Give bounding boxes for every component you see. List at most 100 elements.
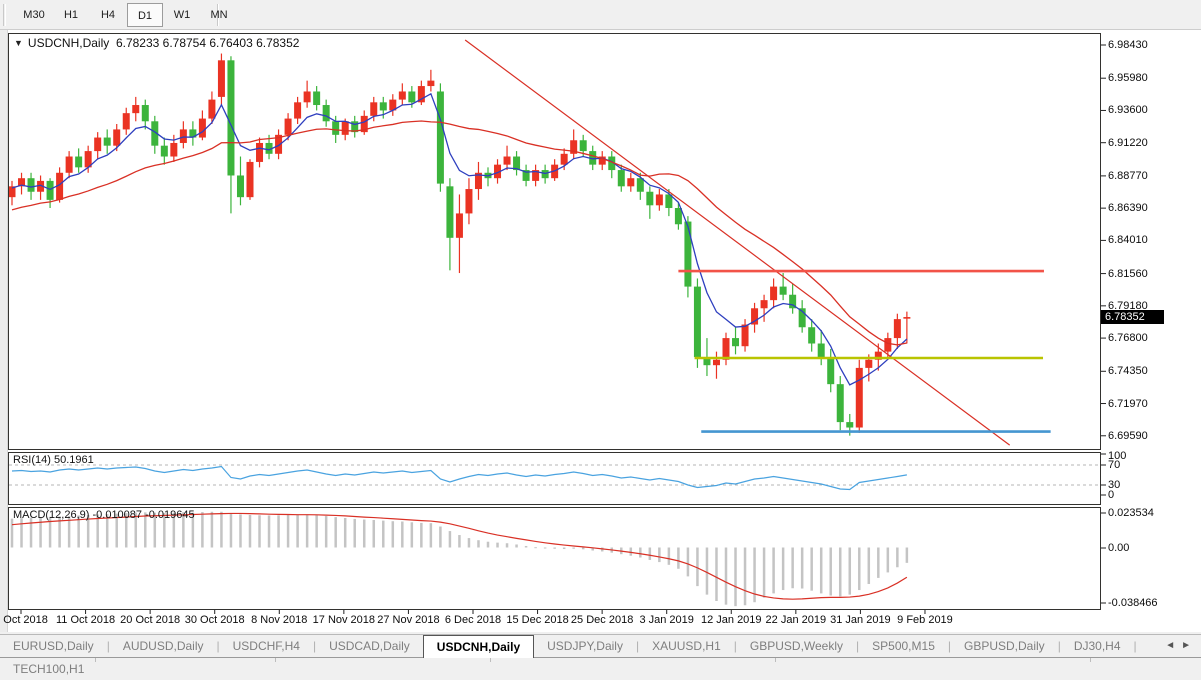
date-axis-label: 6 Dec 2018 [444, 614, 502, 626]
macd-hist-bar [658, 547, 661, 563]
macd-hist-bar [677, 547, 680, 569]
macd-hist-bar [353, 518, 356, 548]
macd-hist-bar [420, 522, 423, 548]
date-axis-label: 20 Oct 2018 [120, 614, 181, 626]
macd-hist-bar [724, 547, 728, 605]
macd-hist-bar [477, 540, 480, 548]
macd-hist-bar [448, 531, 452, 548]
macd-hist-bar [800, 547, 804, 589]
date-axis-label: 9 Feb 2019 [897, 614, 953, 626]
macd-hist-bar [324, 516, 328, 548]
tab-usdchf-h4[interactable]: USDCHF,H4 [220, 635, 313, 657]
macd-hist-bar [486, 541, 490, 548]
macd-hist-bar [391, 521, 395, 548]
macd-hist-bar [829, 547, 832, 596]
tab-audusd-daily[interactable]: AUDUSD,Daily [110, 635, 217, 657]
macd-hist-bar [277, 515, 280, 548]
statusbar-divider [490, 658, 491, 662]
collapse-triangle-icon[interactable]: ▼ [14, 38, 23, 48]
macd-hist-bar [467, 538, 471, 548]
macd-plot[interactable] [10, 511, 909, 607]
price-axis-label: 6.86390 [1108, 202, 1148, 215]
macd-hist-bar [515, 544, 518, 548]
macd-hist-bar [743, 547, 747, 606]
rsi-line [11, 465, 907, 491]
macd-hist-bar [534, 547, 537, 549]
tab-usdjpy-daily[interactable]: USDJPY,Daily [534, 635, 636, 657]
date-axis-label: 27 Nov 2018 [377, 614, 440, 626]
macd-hist-bar [791, 547, 794, 589]
macd-hist-bar [401, 521, 404, 548]
date-axis-label: 2 Oct 2018 [0, 614, 48, 626]
macd-hist-bar [838, 547, 842, 597]
price-axis-label: 6.79180 [1108, 299, 1148, 312]
macd-hist-bar [334, 517, 337, 548]
price-axis-label: 6.84010 [1108, 234, 1148, 247]
tab-scroll-left-icon[interactable]: ◄ [1165, 640, 1181, 651]
macd-hist-bar [305, 514, 309, 548]
tab-sp500-m15[interactable]: SP500,M15 [859, 635, 948, 657]
rsi-plot[interactable] [9, 464, 1099, 491]
candlestick-plot[interactable] [9, 39, 1051, 446]
chart-title: ▼ USDCNH,Daily 6.78233 6.78754 6.76403 6.… [14, 36, 299, 50]
statusbar-divider [775, 658, 776, 662]
macd-axis-label: -0.038466 [1108, 597, 1158, 609]
tab-eurusd-daily[interactable]: EURUSD,Daily [0, 635, 107, 657]
tab-usdcad-daily[interactable]: USDCAD,Daily [316, 635, 423, 657]
macd-hist-bar [10, 518, 14, 548]
date-axis-label: 25 Dec 2018 [570, 614, 634, 626]
rsi-axis-label: 0 [1108, 489, 1115, 501]
rsi-axis-label: 70 [1108, 459, 1121, 471]
macd-hist-bar [362, 519, 366, 548]
current-price-tag: 6.78352 [1101, 310, 1164, 325]
macd-hist-bar [496, 542, 499, 548]
macd-hist-bar [696, 547, 699, 587]
macd-hist-bar [819, 547, 823, 594]
macd-hist-bar [29, 517, 33, 548]
terminal-window: M30 H1 H4 D1 W1 MN ▼ USDCNH,Daily 6.78233 6.78… [0, 0, 1201, 676]
macd-axis-label: 0.023534 [1108, 507, 1154, 519]
macd-hist-bar [734, 547, 737, 607]
macd-hist-bar [258, 515, 261, 548]
rsi-indicator-label: RSI(14) 50.1961 [13, 454, 94, 466]
macd-hist-bar [343, 518, 347, 548]
macd-hist-bar [715, 547, 718, 602]
tab-usdcnh-daily[interactable]: USDCNH,Daily [422, 635, 535, 658]
macd-hist-bar [220, 511, 223, 548]
date-axis-label: 3 Jan 2019 [639, 614, 694, 626]
statusbar-divider [95, 658, 96, 662]
tab-scroll-right-icon[interactable]: ► [1181, 640, 1197, 651]
date-axis-label: 12 Jan 2019 [700, 614, 762, 626]
macd-hist-bar [201, 512, 204, 548]
chart-title-symbol: USDCNH,Daily [27, 36, 110, 50]
macd-hist-bar [762, 547, 766, 598]
statusbar-divider [275, 658, 276, 662]
macd-hist-bar [382, 520, 385, 548]
tab-dj30-h4[interactable]: DJ30,H4 [1061, 635, 1134, 657]
macd-hist-bar [505, 543, 509, 548]
tab-xauusd-h1[interactable]: XAUUSD,H1 [639, 635, 734, 657]
macd-hist-bar [239, 514, 242, 548]
descending-trendline[interactable] [464, 39, 1011, 446]
macd-hist-bar [810, 547, 813, 591]
price-axis-label: 6.91220 [1108, 136, 1148, 149]
macd-hist-bar [572, 547, 575, 549]
price-axis-label: 6.74350 [1108, 365, 1148, 378]
price-axis-label: 6.95980 [1108, 72, 1148, 85]
tab-scroll-arrows: ◄► [1165, 635, 1197, 657]
macd-hist-bar [648, 547, 652, 560]
macd-hist-bar [705, 547, 709, 595]
macd-hist-bar [210, 511, 214, 548]
macd-hist-bar [772, 547, 775, 594]
chart-canvas[interactable] [0, 0, 1201, 662]
tab-gbpusd-daily[interactable]: GBPUSD,Daily [951, 635, 1058, 657]
macd-hist-bar [553, 547, 556, 549]
date-axis-label: 30 Oct 2018 [184, 614, 245, 626]
macd-name: MACD(12,26,9) [13, 509, 90, 521]
candles [9, 53, 911, 436]
macd-hist-bar [667, 547, 671, 565]
tab-separator: | [1133, 639, 1137, 653]
tab-gbpusd-weekly[interactable]: GBPUSD,Weekly [737, 635, 856, 657]
macd-hist-bar [410, 522, 414, 548]
macd-hist-bar [315, 515, 318, 548]
